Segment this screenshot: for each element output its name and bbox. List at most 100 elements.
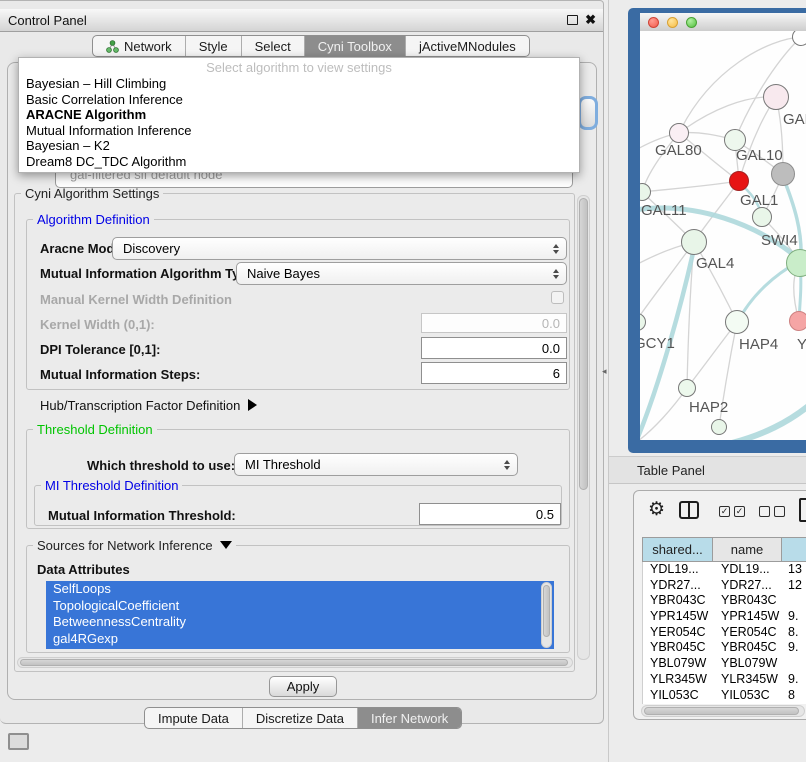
- network-node[interactable]: [640, 313, 646, 331]
- dpi-tolerance-field[interactable]: 0.0: [421, 337, 567, 359]
- close-window-icon[interactable]: [648, 17, 659, 28]
- network-node[interactable]: [725, 310, 749, 334]
- table-row[interactable]: YBL079WYBL079W: [643, 656, 806, 672]
- column-header-partial[interactable]: [782, 537, 806, 562]
- network-node[interactable]: [640, 183, 651, 201]
- control-panel-titlebar[interactable]: Control Panel ✖: [0, 9, 603, 32]
- data-attribute-item[interactable]: TopologicalCoefficient: [46, 598, 554, 615]
- table-cell: YDR27...: [643, 578, 714, 594]
- mi-steps-field[interactable]: 6: [421, 362, 567, 384]
- columns-icon[interactable]: [679, 501, 699, 519]
- hub-definition-section[interactable]: Hub/Transcription Factor Definition: [40, 398, 257, 413]
- table-cell: YIL053C: [714, 688, 783, 704]
- table-row[interactable]: YDR27...YDR27...12: [643, 578, 806, 594]
- network-node[interactable]: [669, 123, 689, 143]
- settings-horizontal-scrollbar[interactable]: [17, 657, 573, 668]
- mi-threshold-value: 0.5: [536, 507, 554, 522]
- apply-button[interactable]: Apply: [269, 676, 337, 697]
- settings-horizontal-scrollbar-thumb[interactable]: [20, 659, 568, 666]
- manual-kernel-width-checkbox[interactable]: [551, 291, 564, 304]
- table-body[interactable]: YDL19...YDL19...13YDR27...YDR27...12YBR0…: [642, 562, 806, 704]
- collapse-arrow-icon[interactable]: [220, 541, 232, 549]
- column-header-shared-name[interactable]: shared...: [642, 537, 713, 562]
- aracne-mode-value: Discovery: [123, 241, 180, 256]
- aracne-mode-combo[interactable]: Discovery: [112, 237, 567, 260]
- table-panel-window: ⚙ ✓ ✓ shared... name YDL19...YDL19...13Y…: [633, 490, 806, 720]
- data-attributes-label: Data Attributes: [37, 562, 130, 577]
- sources-title[interactable]: Sources for Network Inference: [33, 538, 236, 553]
- network-node[interactable]: [771, 162, 795, 186]
- data-attribute-item[interactable]: BetweennessCentrality: [46, 614, 554, 631]
- table-cell: YIL053C: [643, 688, 714, 704]
- network-node[interactable]: [711, 419, 727, 435]
- focused-combo-arrow[interactable]: [578, 96, 598, 130]
- column-header-name[interactable]: name: [713, 537, 782, 562]
- tab-impute-data[interactable]: Impute Data: [145, 708, 242, 728]
- algorithm-definition-title: Algorithm Definition: [33, 212, 154, 227]
- tab-style[interactable]: Style: [185, 36, 241, 56]
- splitter-handle[interactable]: ◂: [602, 366, 607, 377]
- table-row[interactable]: YDL19...YDL19...13: [643, 562, 806, 578]
- close-panel-icon[interactable]: ✖: [585, 13, 596, 26]
- table-horizontal-scrollbar[interactable]: [641, 705, 805, 717]
- minimize-window-icon[interactable]: [667, 17, 678, 28]
- table-row[interactable]: YER054CYER054C8.: [643, 625, 806, 641]
- table-cell: YDL19...: [714, 562, 783, 578]
- network-node[interactable]: [752, 207, 772, 227]
- attributes-scrollbar-thumb[interactable]: [543, 585, 550, 637]
- algorithm-option[interactable]: Basic Correlation Inference: [19, 92, 579, 108]
- data-attribute-item[interactable]: gal4RGexp: [46, 631, 554, 648]
- tab-cyni-toolbox[interactable]: Cyni Toolbox: [304, 36, 405, 56]
- settings-vertical-scrollbar[interactable]: [577, 195, 590, 660]
- tab-select[interactable]: Select: [241, 36, 304, 56]
- algorithm-option[interactable]: Mutual Information Inference: [19, 123, 579, 139]
- mi-threshold-label: Mutual Information Threshold:: [48, 508, 236, 523]
- check-all-icon-2[interactable]: ✓: [734, 506, 745, 517]
- attributes-scrollbar[interactable]: [541, 582, 552, 648]
- mi-algorithm-type-combo[interactable]: Naive Bayes: [236, 262, 567, 285]
- tab-network[interactable]: Network: [93, 36, 185, 56]
- network-node[interactable]: [678, 379, 696, 397]
- data-attributes-list[interactable]: SelfLoopsTopologicalCoefficientBetweenne…: [46, 581, 554, 649]
- expand-arrow-icon[interactable]: [248, 399, 257, 411]
- network-node[interactable]: [763, 84, 789, 110]
- table-cell: YLR345W: [714, 672, 783, 688]
- table-row[interactable]: YIL053CYIL053C8: [643, 688, 806, 704]
- network-node[interactable]: [729, 171, 749, 191]
- gear-icon[interactable]: ⚙: [648, 498, 665, 521]
- algorithm-option[interactable]: ARACNE Algorithm: [19, 107, 579, 123]
- network-node[interactable]: [789, 311, 806, 331]
- minimized-panel-icon[interactable]: [8, 733, 29, 750]
- table-cell: YER054C: [643, 625, 714, 641]
- mi-threshold-field[interactable]: 0.5: [419, 503, 561, 525]
- network-node[interactable]: [786, 249, 806, 277]
- tab-jactivemnodules[interactable]: jActiveMNodules: [405, 36, 529, 56]
- check-all-icon[interactable]: ✓: [719, 506, 730, 517]
- table-row[interactable]: YBR045CYBR045C9.: [643, 640, 806, 656]
- dpi-tolerance-value: 0.0: [542, 341, 560, 356]
- data-attribute-item[interactable]: SelfLoops: [46, 581, 554, 598]
- kernel-width-field[interactable]: 0.0: [421, 313, 567, 333]
- network-node[interactable]: [792, 31, 806, 46]
- network-window-titlebar[interactable]: [640, 13, 806, 32]
- combo-arrows-icon: [553, 269, 559, 279]
- float-window-icon[interactable]: [567, 15, 578, 25]
- settings-vertical-scrollbar-thumb[interactable]: [579, 198, 588, 490]
- uncheck-all-icon[interactable]: [759, 506, 770, 517]
- algorithm-option[interactable]: Bayesian – K2: [19, 138, 579, 154]
- mi-algorithm-type-label: Mutual Information Algorithm Type:: [40, 266, 259, 281]
- uncheck-all-icon-2[interactable]: [774, 506, 785, 517]
- algorithm-option[interactable]: Dream8 DC_TDC Algorithm: [19, 154, 579, 170]
- network-canvas[interactable]: GALGAL80GAL10GAL1GAL11SWI4GAL4GCY1HAP4YH…: [640, 31, 806, 440]
- new-table-icon[interactable]: [799, 498, 806, 522]
- zoom-window-icon[interactable]: [686, 17, 697, 28]
- table-row[interactable]: YPR145WYPR145W9.: [643, 609, 806, 625]
- algorithm-option[interactable]: Bayesian – Hill Climbing: [19, 76, 579, 92]
- table-horizontal-scrollbar-thumb[interactable]: [644, 707, 799, 715]
- which-threshold-combo[interactable]: MI Threshold: [234, 453, 518, 476]
- tab-infer-network[interactable]: Infer Network: [357, 708, 461, 728]
- tab-discretize-data[interactable]: Discretize Data: [242, 708, 357, 728]
- table-row[interactable]: YBR043CYBR043C: [643, 593, 806, 609]
- network-node[interactable]: [681, 229, 707, 255]
- table-row[interactable]: YLR345WYLR345W9.: [643, 672, 806, 688]
